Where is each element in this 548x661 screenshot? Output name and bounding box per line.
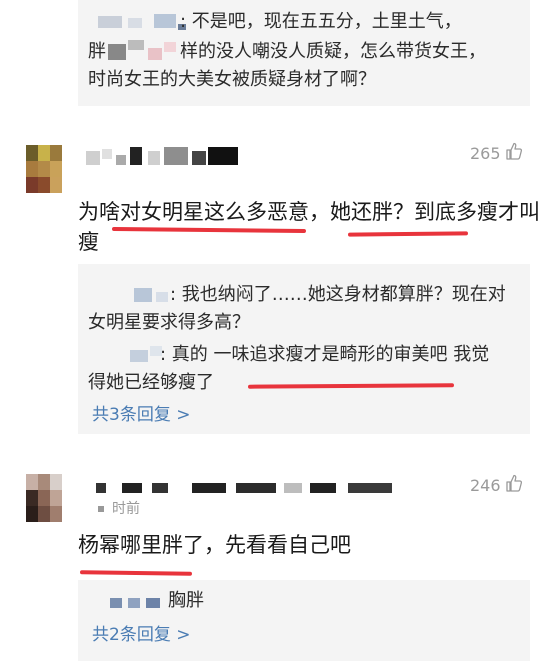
username-mosaic <box>108 40 178 62</box>
username-mosaic[interactable] <box>86 147 241 169</box>
thumbs-up-icon[interactable] <box>506 474 522 492</box>
reply-text: : 真的 一味追求瘦才是畸形的审美吧 我觉 <box>160 344 490 365</box>
username-mosaic[interactable] <box>96 479 396 495</box>
comment-text: 为啥对女明星这么多恶意，她还胖？到底多瘦才叫 <box>78 200 540 224</box>
reply-text: 时尚女王的大美女被质疑身材了啊？ <box>88 69 376 90</box>
username-mosaic <box>98 14 188 30</box>
reply-box: : 我也纳闷了……她这身材都算胖？现在对 女明星要求得多高？ : 真的 一味追求… <box>78 264 530 434</box>
thumbs-up-icon[interactable] <box>506 142 522 160</box>
username-mosaic[interactable] <box>110 596 166 610</box>
like-count: 265 <box>470 144 501 163</box>
reply-text: : 我也纳闷了……她这身材都算胖？现在对 <box>170 284 506 305</box>
avatar[interactable] <box>26 145 62 193</box>
reply-text: 胸胖 <box>168 590 204 611</box>
highlight-underline <box>111 226 307 234</box>
comment-text: 瘦 <box>78 230 99 254</box>
reply-text: 胖 <box>88 41 106 62</box>
reply-text: 女明星要求得多高？ <box>88 312 250 333</box>
comment-text: 杨幂哪里胖了，先看看自己吧 <box>78 533 351 557</box>
highlight-underline <box>79 570 193 576</box>
timestamp: 时前 <box>112 501 140 517</box>
reply-box: 胸胖 共2条回复 > <box>78 580 530 661</box>
highlight-underline <box>247 383 455 389</box>
reply-text: : 不是吧，现在五五分，土里土气， <box>180 11 462 32</box>
view-replies-link[interactable]: 共3条回复 > <box>92 400 190 425</box>
top-reply-box: : 不是吧，现在五五分，土里土气， 胖 样的没人嘲没人质疑，怎么带货女王， 时尚… <box>78 0 530 106</box>
reply-text: 得她已经够瘦了 <box>88 372 214 393</box>
reply-text: 样的没人嘲没人质疑，怎么带货女王， <box>180 41 486 62</box>
view-replies-link[interactable]: 共2条回复 > <box>92 620 190 645</box>
username-mosaic[interactable] <box>134 286 174 304</box>
highlight-underline <box>347 231 469 237</box>
avatar[interactable] <box>26 474 62 522</box>
like-count: 246 <box>470 476 501 495</box>
